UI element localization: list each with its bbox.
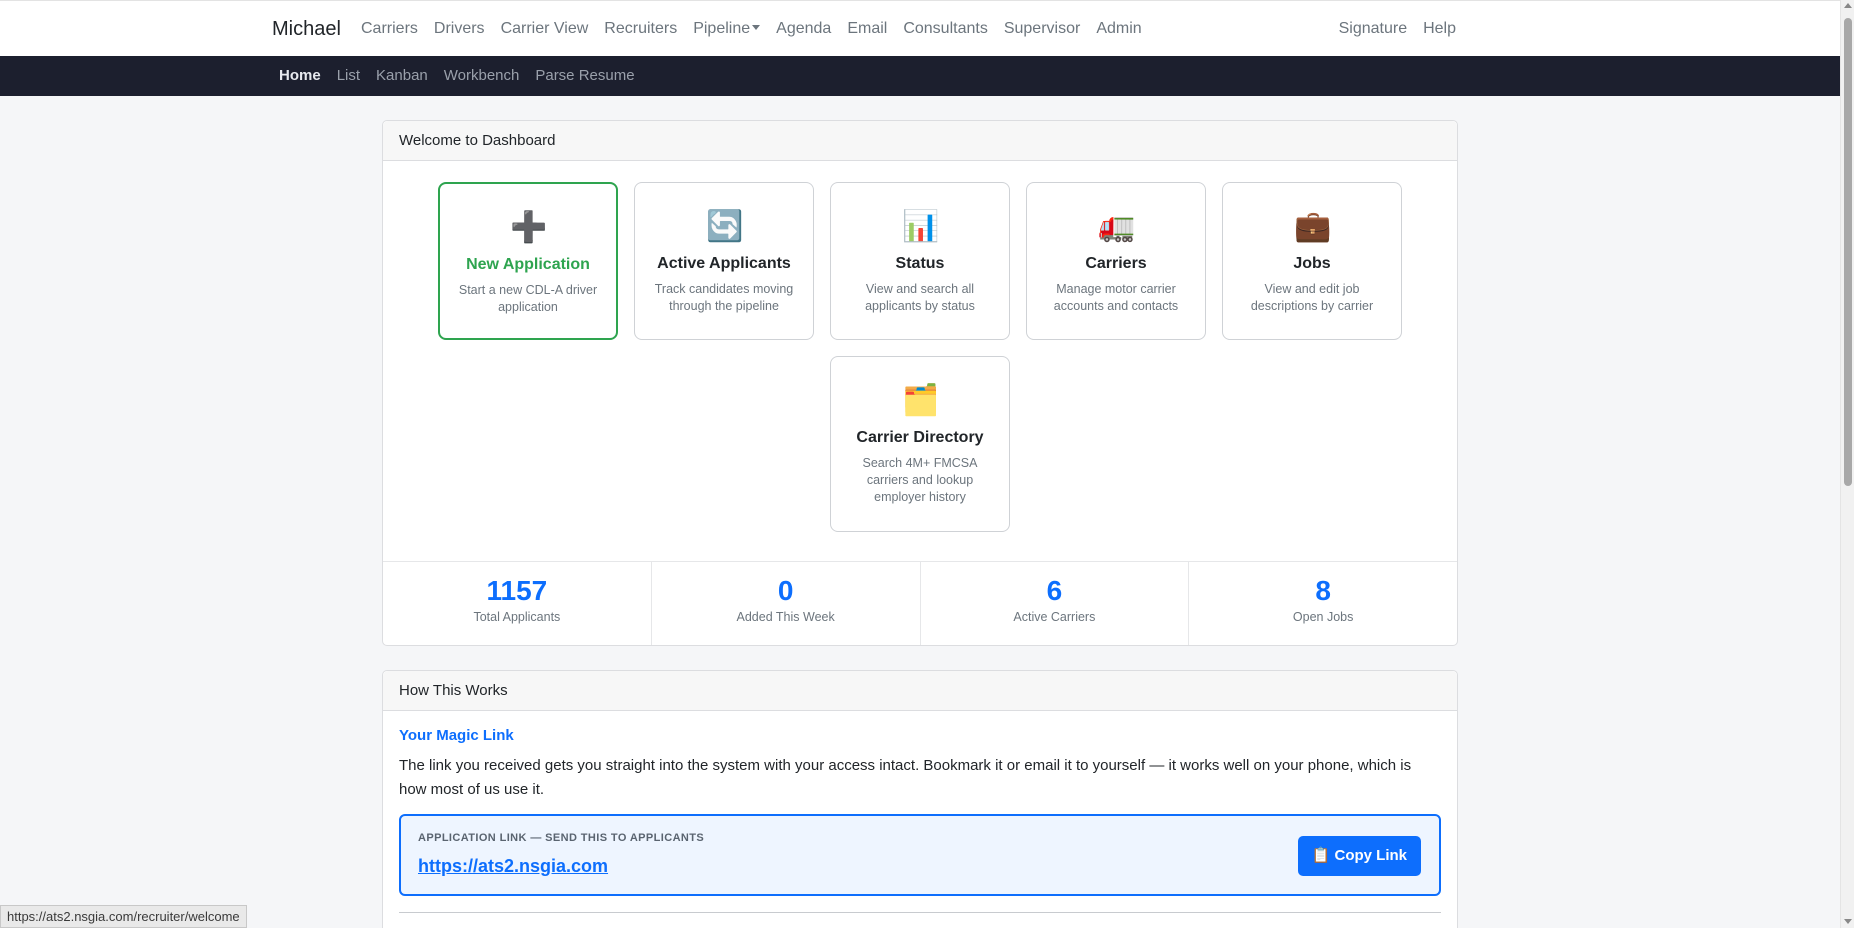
- tile-desc: View and edit job descriptions by carrie…: [1250, 282, 1374, 313]
- stat-label: Active Carriers: [1013, 610, 1096, 624]
- nav-recruiters[interactable]: Recruiters: [596, 20, 685, 38]
- tile-desc: Manage motor carrier accounts and contac…: [1053, 282, 1179, 313]
- stat-value: 1157: [486, 575, 548, 606]
- dashboard-header: Welcome to Dashboard: [383, 121, 1457, 161]
- briefcase-icon: 💼: [1294, 210, 1332, 243]
- nav-signature[interactable]: Signature: [1331, 20, 1416, 38]
- stat-value: 0: [777, 575, 794, 606]
- nav-agenda[interactable]: Agenda: [768, 20, 839, 38]
- main-nav: Carriers Drivers Carrier View Recruiters…: [353, 20, 1150, 38]
- subnav-home[interactable]: Home: [271, 67, 329, 84]
- magic-link-text: The link you received gets you straight …: [399, 757, 1412, 798]
- nav-admin[interactable]: Admin: [1088, 20, 1149, 38]
- scroll-down-arrow-icon[interactable]: [1844, 919, 1852, 924]
- copy-link-label: Copy Link: [1334, 847, 1407, 864]
- clipboard-icon: 📋: [1311, 847, 1331, 864]
- nav-carriers[interactable]: Carriers: [353, 20, 426, 38]
- sub-navbar: Home List Kanban Workbench Parse Resume: [0, 56, 1840, 96]
- divider: [399, 912, 1441, 913]
- tile-carrier-directory[interactable]: 🗂️ Carrier Directory Search 4M+ FMCSA ca…: [830, 356, 1010, 532]
- top-navbar: Michael Carriers Drivers Carrier View Re…: [0, 0, 1840, 56]
- page-scrollbar[interactable]: [1840, 0, 1854, 928]
- tile-active-applicants[interactable]: 🔄 Active Applicants Track candidates mov…: [634, 182, 814, 340]
- nav-consultants[interactable]: Consultants: [895, 20, 996, 38]
- truck-icon: 🚛: [1098, 210, 1136, 243]
- dashboard-card: Welcome to Dashboard ➕ New Application S…: [382, 120, 1458, 646]
- subnav-kanban[interactable]: Kanban: [368, 67, 436, 84]
- subnav-parse-resume[interactable]: Parse Resume: [527, 67, 642, 84]
- card-index-dividers-icon: 🗂️: [902, 384, 940, 417]
- tile-title: Carriers: [1085, 255, 1147, 272]
- brand-link[interactable]: Michael: [272, 18, 341, 41]
- tile-carriers[interactable]: 🚛 Carriers Manage motor carrier accounts…: [1026, 182, 1206, 340]
- stat-label: Open Jobs: [1292, 610, 1354, 624]
- nav-pipeline-dropdown[interactable]: Pipeline: [685, 20, 768, 38]
- copy-link-button[interactable]: 📋 Copy Link: [1297, 836, 1421, 876]
- stat-active-carriers: 6 Active Carriers: [921, 562, 1190, 645]
- nav-email[interactable]: Email: [839, 20, 895, 38]
- tile-title: Active Applicants: [657, 255, 791, 272]
- tile-title: New Application: [466, 256, 590, 273]
- tile-desc: Search 4M+ FMCSA carriers and lookup emp…: [862, 456, 978, 504]
- subnav-list[interactable]: List: [329, 67, 368, 84]
- tile-status[interactable]: 📊 Status View and search all applicants …: [830, 182, 1010, 340]
- subnav-workbench[interactable]: Workbench: [436, 67, 528, 84]
- scrollbar-thumb[interactable]: [1844, 18, 1852, 486]
- nav-drivers[interactable]: Drivers: [426, 20, 493, 38]
- stats-row: 1157 Total Applicants 0 Added This Week …: [383, 561, 1457, 645]
- nav-carrier-view[interactable]: Carrier View: [493, 20, 597, 38]
- nav-supervisor[interactable]: Supervisor: [996, 20, 1088, 38]
- tile-desc: Track candidates moving through the pipe…: [654, 282, 794, 313]
- plus-icon: ➕: [510, 211, 548, 244]
- refresh-icon: 🔄: [706, 210, 744, 243]
- chevron-down-icon: [752, 25, 761, 30]
- right-nav: Signature Help: [1331, 20, 1464, 38]
- application-link-box: APPLICATION LINK — SEND THIS TO APPLICAN…: [399, 814, 1441, 896]
- stat-value: 8: [1315, 575, 1331, 606]
- browser-status-url: https://ats2.nsgia.com/recruiter/welcome: [0, 905, 247, 928]
- stat-label: Added This Week: [736, 610, 835, 624]
- tile-desc: Start a new CDL-A driver application: [458, 283, 598, 314]
- nav-help[interactable]: Help: [1415, 20, 1464, 38]
- application-link-url[interactable]: https://ats2.nsgia.com: [418, 856, 608, 877]
- stat-total-applicants: 1157 Total Applicants: [383, 562, 652, 645]
- tile-title: Status: [895, 255, 945, 272]
- tile-title: Jobs: [1293, 255, 1331, 272]
- bar-chart-icon: 📊: [902, 210, 940, 243]
- tile-desc: View and search all applicants by status: [865, 282, 975, 313]
- application-link-label: APPLICATION LINK — SEND THIS TO APPLICAN…: [418, 832, 705, 844]
- stat-open-jobs: 8 Open Jobs: [1189, 562, 1457, 645]
- how-header: How This Works: [383, 671, 1457, 711]
- stat-value: 6: [1046, 575, 1063, 606]
- nav-pipeline-label: Pipeline: [693, 20, 751, 37]
- tile-title: Carrier Directory: [856, 429, 984, 446]
- how-it-works-card: How This Works Your Magic Link The link …: [382, 670, 1458, 928]
- scroll-up-arrow-icon[interactable]: [1844, 3, 1852, 8]
- stat-added-this-week: 0 Added This Week: [652, 562, 921, 645]
- magic-link-title: Your Magic Link: [399, 727, 514, 744]
- stat-label: Total Applicants: [473, 610, 561, 624]
- tile-jobs[interactable]: 💼 Jobs View and edit job descriptions by…: [1222, 182, 1402, 340]
- tile-new-application[interactable]: ➕ New Application Start a new CDL-A driv…: [438, 182, 618, 340]
